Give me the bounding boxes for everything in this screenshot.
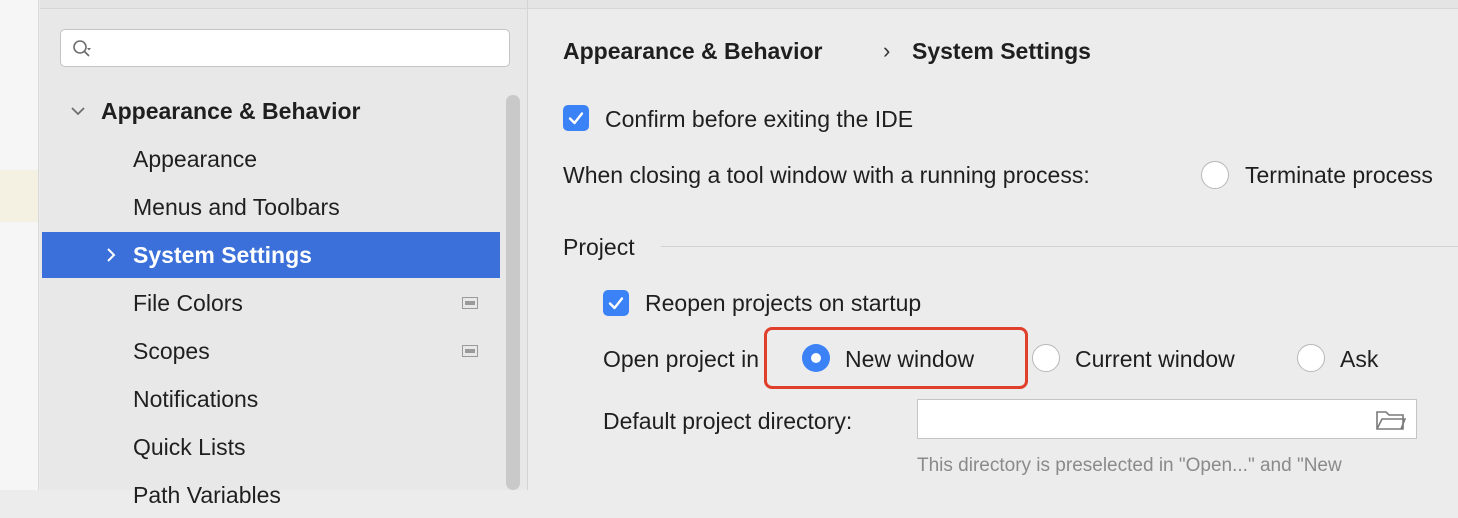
current-window-label: Current window <box>1075 346 1235 372</box>
folder-icon[interactable] <box>1376 409 1406 431</box>
tree-item-scopes[interactable]: Scopes <box>42 328 500 374</box>
tree-item-menus-toolbars[interactable]: Menus and Toolbars <box>42 184 500 230</box>
tree-item-appearance-behavior[interactable]: Appearance & Behavior <box>42 88 500 134</box>
confirm-exit-checkbox[interactable] <box>563 105 589 131</box>
default-directory-label: Default project directory: <box>603 408 853 434</box>
settings-content: Appearance & Behavior › System Settings … <box>528 0 1458 490</box>
tree-item-system-settings[interactable]: System Settings <box>42 232 500 278</box>
breadcrumb-separator: › <box>883 38 891 63</box>
search-icon <box>73 40 91 57</box>
project-level-icon <box>462 297 478 309</box>
annotation-highlight-box <box>764 327 1028 389</box>
content-top-border <box>528 0 1458 9</box>
tree-item-label: Notifications <box>133 386 259 412</box>
checkmark-icon <box>608 297 624 310</box>
confirm-exit-label: Confirm before exiting the IDE <box>605 106 914 132</box>
section-divider <box>661 246 1458 247</box>
ask-label: Ask <box>1340 346 1379 372</box>
tree-item-label: Scopes <box>133 338 210 364</box>
chevron-down-icon[interactable] <box>70 103 86 119</box>
checkmark-icon <box>568 112 584 125</box>
tree-item-label: Path Variables <box>133 482 281 508</box>
sidebar-scrollbar[interactable] <box>506 95 520 490</box>
project-level-icon <box>462 345 478 357</box>
ask-radio[interactable] <box>1297 344 1325 372</box>
settings-search-input[interactable] <box>60 29 510 67</box>
tree-item-label: File Colors <box>133 290 243 316</box>
closing-tool-window-label: When closing a tool window with a runnin… <box>563 162 1090 188</box>
default-directory-input[interactable] <box>917 399 1417 439</box>
open-project-in-label: Open project in <box>603 346 759 372</box>
sidebar-top-border <box>40 0 527 9</box>
current-window-radio[interactable] <box>1032 344 1060 372</box>
tree-item-quick-lists[interactable]: Quick Lists <box>42 424 500 470</box>
tree-item-label: System Settings <box>133 242 312 268</box>
reopen-projects-label: Reopen projects on startup <box>645 290 922 316</box>
tree-item-path-variables[interactable]: Path Variables <box>42 472 500 518</box>
project-section-title: Project <box>563 234 635 260</box>
tree-item-label: Menus and Toolbars <box>133 194 340 220</box>
tree-item-notifications[interactable]: Notifications <box>42 376 500 422</box>
editor-highlight <box>0 170 38 222</box>
terminate-process-label: Terminate process <box>1245 162 1433 188</box>
breadcrumb-parent[interactable]: Appearance & Behavior <box>563 38 822 65</box>
breadcrumb-current: System Settings <box>912 38 1091 64</box>
tree-item-label: Appearance & Behavior <box>101 98 361 124</box>
tree-item-label: Appearance <box>133 146 258 172</box>
tree-item-label: Quick Lists <box>133 434 246 460</box>
tree-item-file-colors[interactable]: File Colors <box>42 280 500 326</box>
chevron-right-icon[interactable] <box>103 247 119 263</box>
editor-edge <box>0 0 39 490</box>
tree-item-appearance[interactable]: Appearance <box>42 136 500 182</box>
terminate-process-radio[interactable] <box>1201 161 1229 189</box>
settings-sidebar: Appearance & Behavior Appearance Menus a… <box>40 0 528 508</box>
default-directory-hint: This directory is preselected in "Open..… <box>917 455 1342 476</box>
reopen-projects-checkbox[interactable] <box>603 290 629 316</box>
